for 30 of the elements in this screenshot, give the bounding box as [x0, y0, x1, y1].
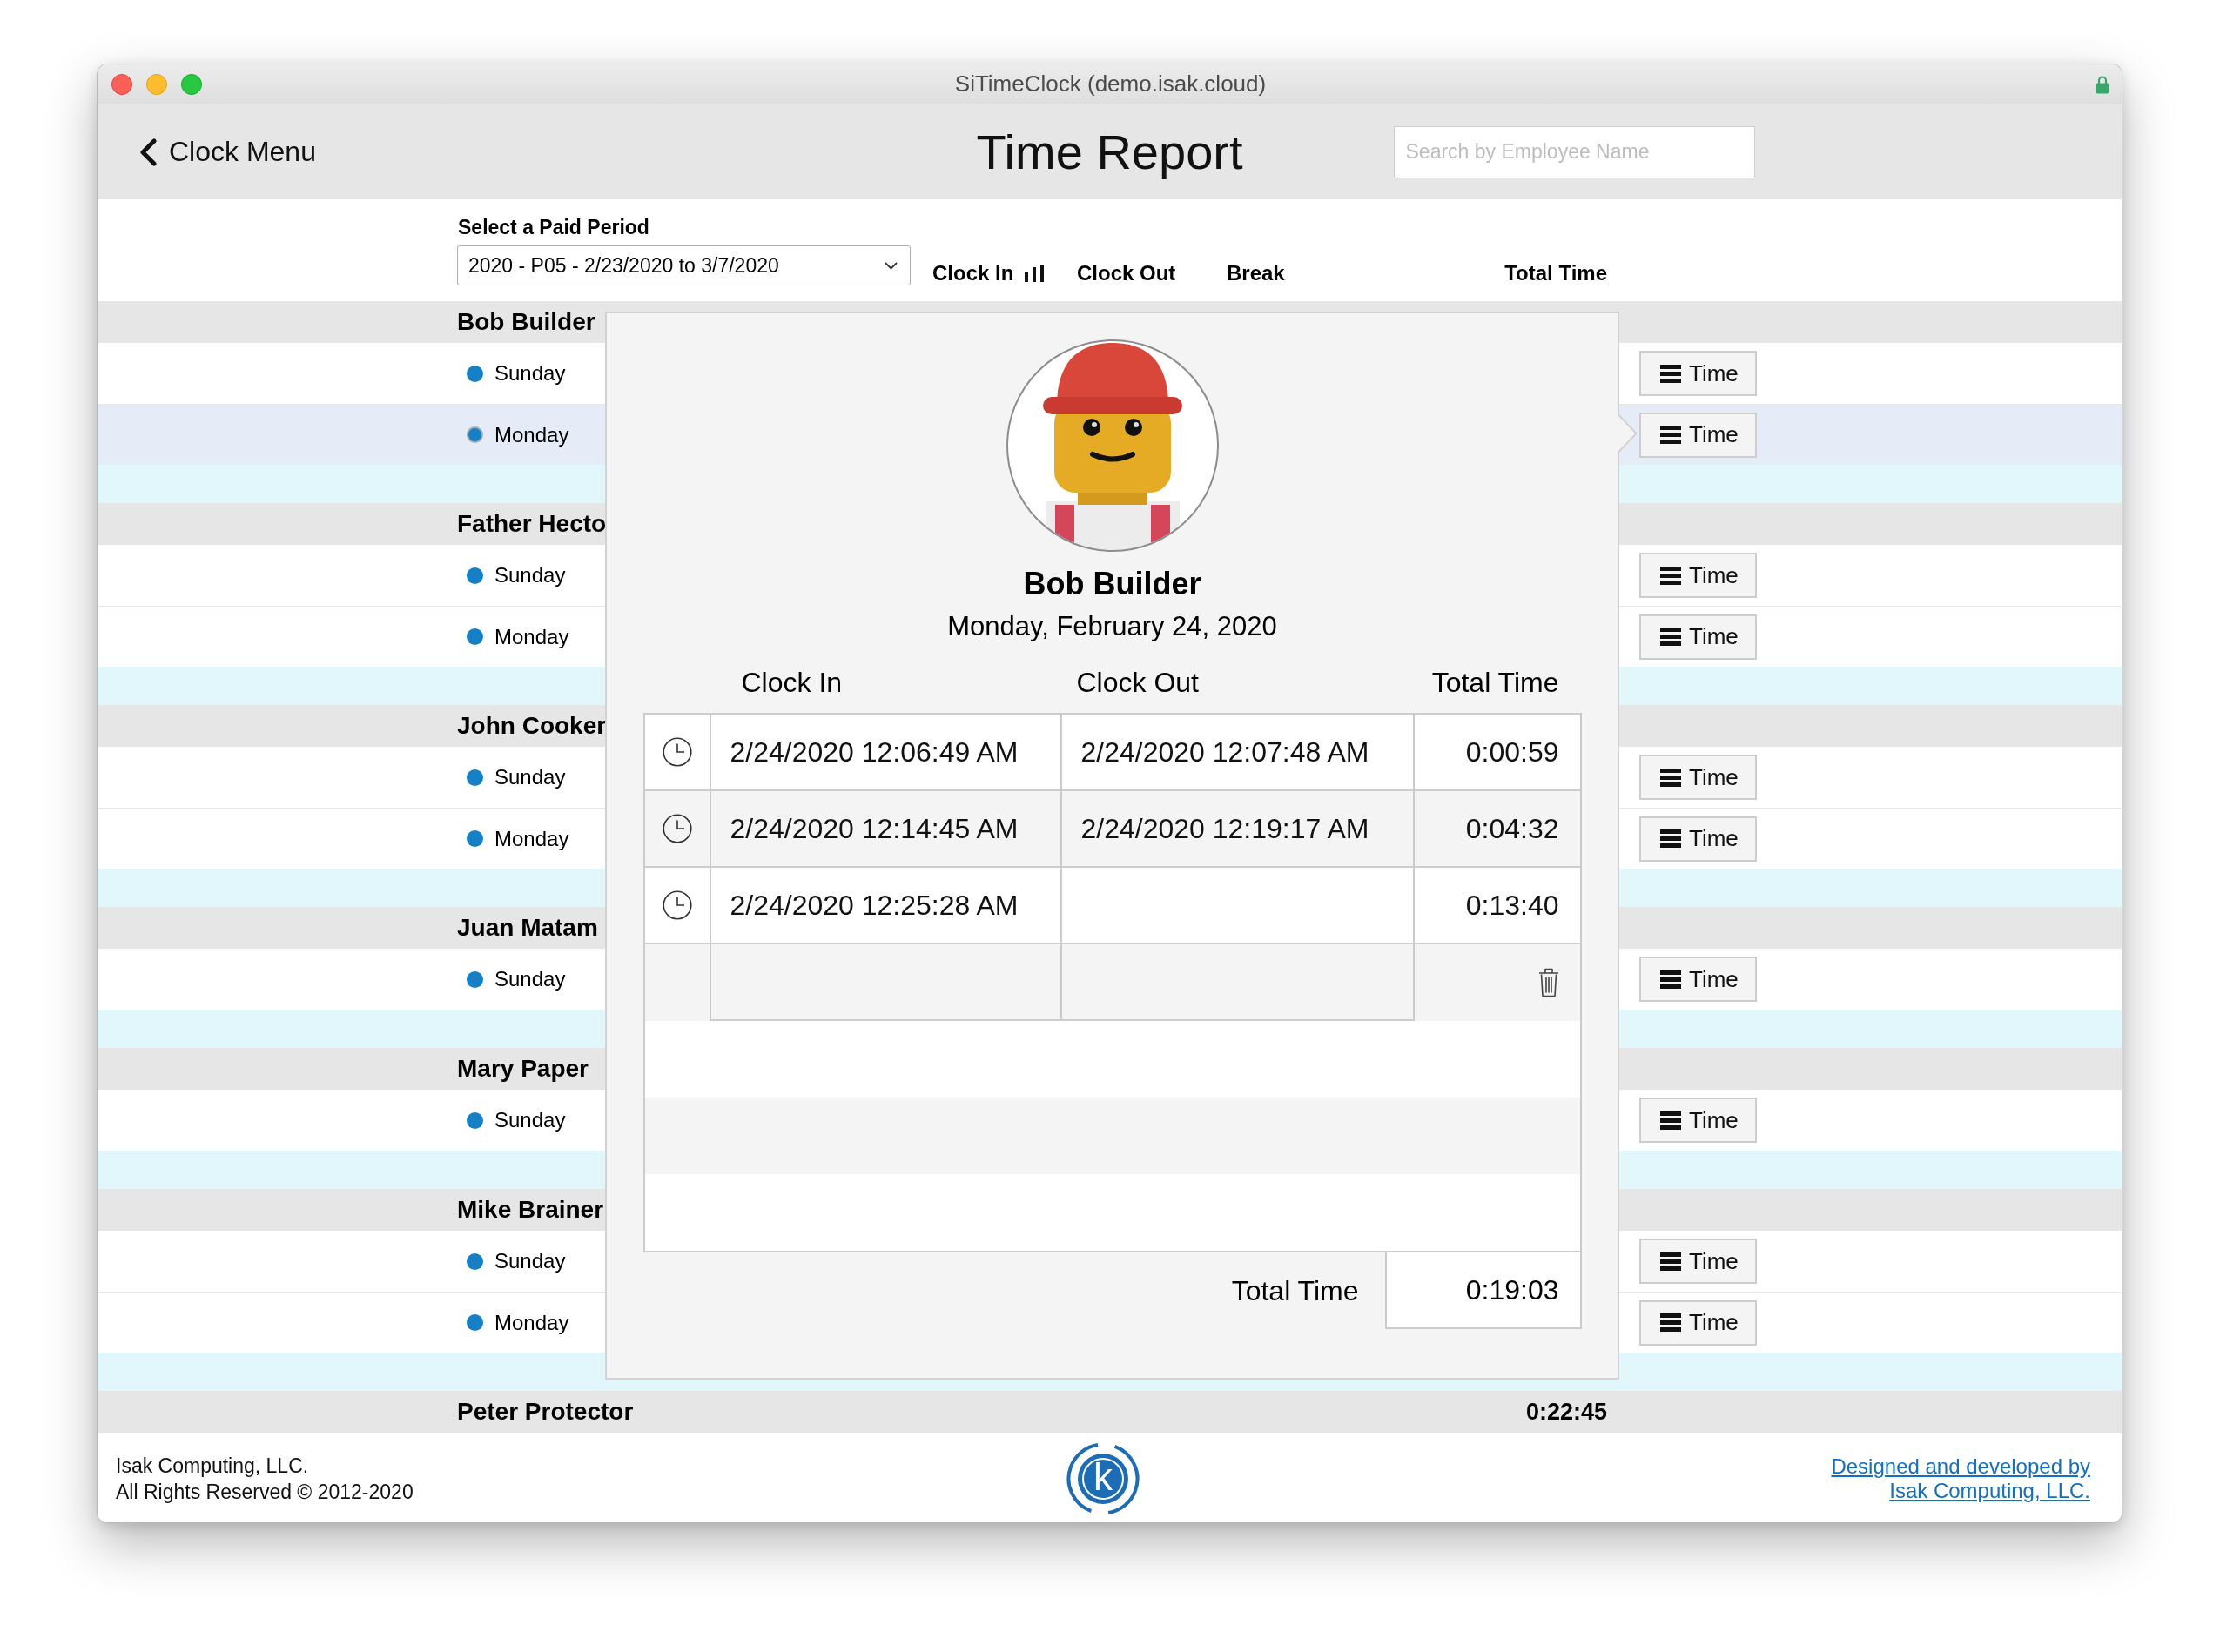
employee-name: Mary Paper	[457, 1055, 589, 1083]
day-label: Sunday	[494, 967, 566, 991]
employee-name: Peter Protector	[457, 1398, 634, 1426]
employee-name: John Cooker	[457, 712, 607, 740]
copyright-text: All Rights Reserved © 2012-2020	[116, 1479, 414, 1505]
employee-name: Bob Builder	[1023, 565, 1201, 602]
day-label: Sunday	[494, 765, 566, 789]
company-name: Isak Computing, LLC.	[116, 1453, 309, 1479]
column-heading: Total Time	[1431, 666, 1560, 699]
day-label: Monday	[494, 1310, 569, 1335]
employee-name: Juan Matam	[457, 914, 598, 942]
window-title: SiTimeClock (demo.isak.cloud)	[954, 71, 1267, 97]
column-heading: Clock In	[740, 666, 843, 699]
column-heading: Clock Out	[1075, 666, 1199, 699]
day-label: Monday	[494, 624, 569, 649]
company-logo: k	[1066, 1441, 1140, 1515]
day-label: Sunday	[494, 563, 566, 588]
page-title: Time Report	[976, 123, 1243, 181]
total-time-cell: 0:19:03	[1384, 1252, 1582, 1329]
employee-total: 0:22:45	[1525, 1398, 1607, 1426]
day-label: Sunday	[494, 1108, 566, 1132]
employee-name: Mike Brainer	[457, 1196, 604, 1224]
day-label: Monday	[494, 422, 569, 447]
date-label: Monday, February 24, 2020	[947, 610, 1277, 642]
employee-name: Father Hecto	[457, 510, 607, 538]
day-label: Monday	[494, 826, 569, 851]
period-label: Select a Paid Period	[458, 215, 649, 239]
day-label: Sunday	[494, 1249, 566, 1273]
day-label: Sunday	[494, 361, 566, 386]
employee-name: Bob Builder	[457, 308, 595, 336]
